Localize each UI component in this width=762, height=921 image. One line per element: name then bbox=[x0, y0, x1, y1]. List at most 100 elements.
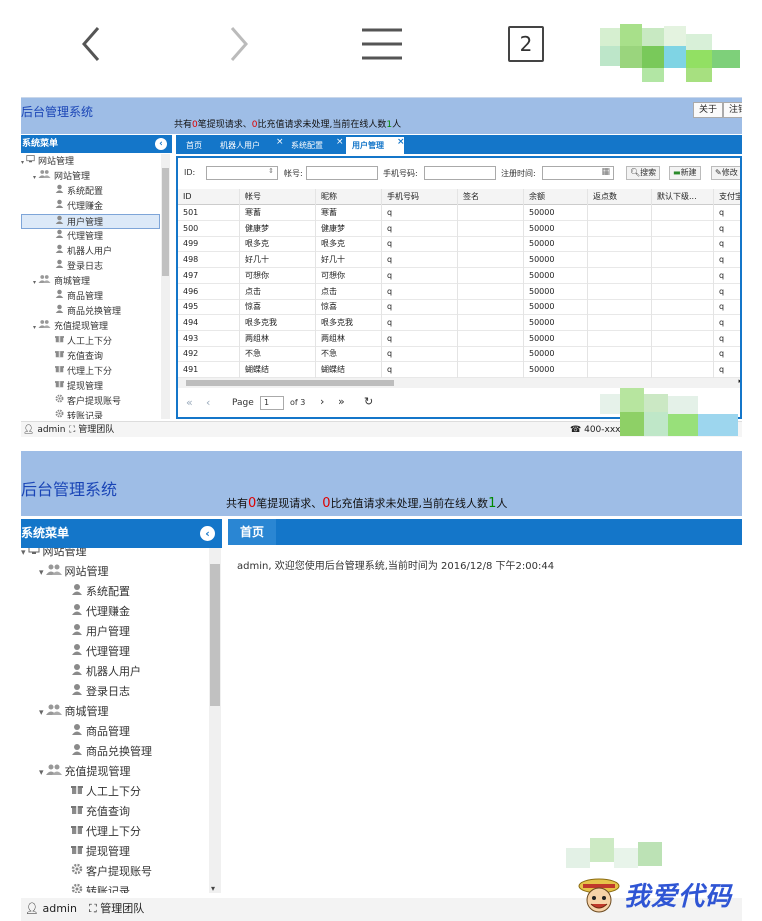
sidebar-item[interactable]: 系统配置 bbox=[71, 582, 130, 602]
sidebar-item[interactable]: ▾ 充值提现管理 bbox=[39, 762, 131, 782]
tab-home[interactable]: 首页 bbox=[180, 137, 208, 154]
table-row[interactable]: 497 可想你 可想你 q 50000 q bbox=[178, 267, 740, 284]
sidebar-item[interactable]: 商品兑换管理 bbox=[71, 742, 152, 762]
next-page-icon[interactable]: › bbox=[320, 395, 324, 408]
calendar-icon[interactable]: ▦ bbox=[601, 167, 610, 177]
expand-arrow-icon[interactable]: ▾ bbox=[33, 324, 36, 331]
sidebar-item[interactable]: 用户管理 bbox=[71, 622, 130, 642]
column-header[interactable]: ID bbox=[178, 189, 240, 205]
prev-page-icon[interactable]: ‹ bbox=[206, 396, 210, 409]
table-row[interactable]: 500 健康梦 健康梦 q 50000 q bbox=[178, 220, 740, 237]
first-page-icon[interactable]: « bbox=[186, 396, 193, 409]
account-input[interactable] bbox=[306, 166, 378, 180]
tab-user-management[interactable]: 用户管理 × bbox=[346, 134, 405, 154]
close-tab-icon[interactable]: × bbox=[276, 134, 284, 151]
menu-icon[interactable] bbox=[360, 22, 404, 66]
column-header[interactable]: 签名 bbox=[458, 189, 524, 205]
forward-icon[interactable] bbox=[216, 22, 260, 66]
column-header[interactable]: 帐号 bbox=[240, 189, 316, 205]
page-number-input[interactable]: 1 bbox=[260, 396, 284, 410]
sidebar-item[interactable]: 客户提现账号 bbox=[55, 394, 121, 409]
table-row[interactable]: 498 好几十 好几十 q 50000 q bbox=[178, 252, 740, 269]
new-button[interactable]: ▬新建 bbox=[669, 166, 701, 180]
sidebar-item[interactable]: 商品兑换管理 bbox=[55, 304, 121, 319]
sidebar-item[interactable]: 机器人用户 bbox=[71, 662, 141, 682]
sidebar-item[interactable]: 充值查询 bbox=[55, 349, 103, 364]
expand-arrow-icon[interactable]: ▾ bbox=[39, 768, 44, 778]
expand-arrow-icon[interactable]: ▾ bbox=[39, 568, 44, 578]
sidebar-item[interactable]: 用户管理 bbox=[21, 214, 160, 229]
sidebar-item[interactable]: 商品管理 bbox=[55, 289, 103, 304]
sidebar-item[interactable]: 代理上下分 bbox=[55, 364, 112, 379]
sidebar-item[interactable]: 登录日志 bbox=[71, 682, 130, 702]
close-tab-icon[interactable]: × bbox=[336, 134, 344, 151]
footer-team[interactable]: ⛶ 管理团队 bbox=[89, 899, 144, 919]
tab-system-config[interactable]: 系统配置 × bbox=[285, 137, 344, 154]
sidebar-item[interactable]: ▾ 商城管理 bbox=[39, 702, 109, 722]
sidebar-item[interactable]: 代理赚金 bbox=[71, 602, 130, 622]
sidebar-item[interactable]: ▾ 网站管理 bbox=[21, 154, 74, 169]
tab-count-button[interactable]: 2 bbox=[508, 26, 544, 62]
table-row[interactable]: 496 点击 点击 q 50000 q bbox=[178, 283, 740, 300]
column-header[interactable]: 返点数 bbox=[588, 189, 652, 205]
footer-team[interactable]: ⛶ 管理团队 bbox=[69, 422, 114, 437]
edit-button[interactable]: ✎修改 bbox=[711, 166, 740, 180]
table-horizontal-scrollbar[interactable]: ▸ bbox=[178, 377, 740, 388]
sidebar-item[interactable]: 登录日志 bbox=[55, 259, 103, 274]
expand-arrow-icon[interactable]: ▾ bbox=[33, 174, 36, 181]
sidebar-item[interactable]: 客户提现账号 bbox=[71, 862, 152, 882]
sidebar-scrollbar[interactable] bbox=[161, 154, 170, 419]
table-row[interactable]: 493 两组林 两组林 q 50000 q bbox=[178, 330, 740, 347]
expand-arrow-icon[interactable]: ▾ bbox=[21, 159, 24, 166]
sidebar-item[interactable]: ▾ 充值提现管理 bbox=[33, 319, 108, 334]
sidebar-item[interactable]: 人工上下分 bbox=[55, 334, 112, 349]
close-tab-icon[interactable]: × bbox=[397, 134, 405, 151]
sidebar-item[interactable]: 充值查询 bbox=[71, 802, 130, 822]
table-row[interactable]: 501 寒蓄 寒蓄 q 50000 q bbox=[178, 205, 740, 221]
expand-arrow-icon[interactable]: ▾ bbox=[21, 548, 26, 558]
sidebar-item[interactable]: 机器人用户 bbox=[55, 244, 112, 259]
sidebar-scrollbar[interactable]: ▾ bbox=[209, 548, 221, 893]
sidebar-item[interactable]: 系统配置 bbox=[55, 184, 103, 199]
column-header[interactable]: 余额 bbox=[524, 189, 588, 205]
collapse-sidebar-icon[interactable]: ‹ bbox=[200, 526, 215, 541]
tab-robot-users[interactable]: 机器人用户 × bbox=[214, 137, 284, 154]
sidebar-item[interactable]: 提现管理 bbox=[55, 379, 103, 394]
back-icon[interactable] bbox=[70, 22, 114, 66]
logout-button[interactable]: 注销 bbox=[723, 102, 742, 118]
refresh-icon[interactable]: ↻ bbox=[364, 395, 373, 408]
reg-time-input[interactable]: ▦ bbox=[542, 166, 614, 180]
expand-arrow-icon[interactable]: ▾ bbox=[39, 708, 44, 718]
sidebar-item[interactable]: 转账记录 bbox=[55, 409, 103, 419]
sidebar-item[interactable]: 代理赚金 bbox=[55, 199, 103, 214]
sidebar-item[interactable]: ▾ 网站管理 bbox=[33, 169, 90, 184]
sidebar-item[interactable]: ▾ 网站管理 bbox=[39, 562, 109, 582]
pixelated-avatar[interactable] bbox=[600, 24, 740, 82]
table-row[interactable]: 491 蝴蝶结 蝴蝶结 q 50000 q bbox=[178, 362, 740, 378]
sidebar-item[interactable]: 提现管理 bbox=[71, 842, 130, 862]
column-header[interactable]: 昵称 bbox=[316, 189, 382, 205]
sidebar-item[interactable]: 代理管理 bbox=[71, 642, 130, 662]
table-row[interactable]: 499 哏多克 哏多克 q 50000 q bbox=[178, 236, 740, 253]
column-header[interactable]: 默认下级... bbox=[652, 189, 714, 205]
sidebar-item[interactable]: 代理上下分 bbox=[71, 822, 141, 842]
sidebar-item[interactable]: 商品管理 bbox=[71, 722, 130, 742]
search-button[interactable]: 🔍︎搜索 bbox=[626, 166, 661, 180]
table-row[interactable]: 492 不急 不急 q 50000 q bbox=[178, 346, 740, 363]
last-page-icon[interactable]: » bbox=[338, 395, 345, 408]
expand-arrow-icon[interactable]: ▾ bbox=[33, 279, 36, 286]
table-row[interactable]: 494 哏多克我 哏多克我 q 50000 q bbox=[178, 314, 740, 331]
phone-input[interactable] bbox=[424, 166, 496, 180]
tab-home[interactable]: 首页 bbox=[228, 519, 277, 545]
sidebar-item[interactable]: ▾ 网站管理 bbox=[21, 548, 87, 562]
column-header[interactable]: 手机号码 bbox=[382, 189, 458, 205]
collapse-sidebar-icon[interactable]: ‹ bbox=[155, 138, 167, 150]
sidebar-item[interactable]: 转账记录 bbox=[71, 882, 130, 893]
sidebar-item[interactable]: 代理管理 bbox=[55, 229, 103, 244]
column-header[interactable]: 支付宝账 bbox=[714, 189, 740, 205]
about-button[interactable]: 关于 bbox=[693, 102, 724, 118]
sidebar-item[interactable]: 人工上下分 bbox=[71, 782, 141, 802]
table-row[interactable]: 495 惊喜 惊喜 q 50000 q bbox=[178, 299, 740, 316]
sidebar-item[interactable]: ▾ 商城管理 bbox=[33, 274, 90, 289]
id-input[interactable]: ⇕ bbox=[206, 166, 278, 180]
